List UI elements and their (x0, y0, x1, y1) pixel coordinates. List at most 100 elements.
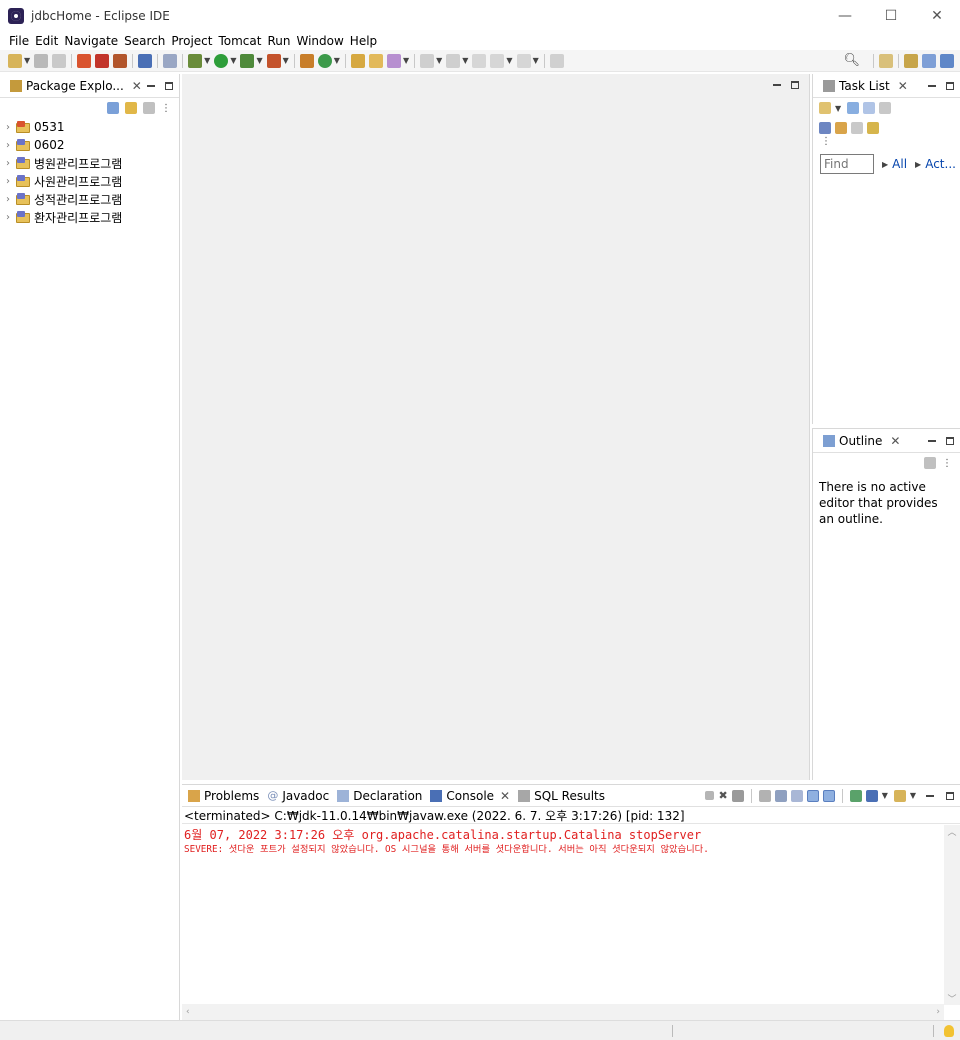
tab-problems[interactable]: Problems (184, 784, 263, 808)
focus-icon[interactable] (835, 122, 847, 134)
minimize-icon[interactable] (928, 84, 936, 87)
debug-dropdown-icon[interactable]: ▼ (204, 56, 210, 65)
run-icon[interactable] (214, 53, 229, 68)
word-wrap-icon[interactable] (790, 789, 803, 802)
open-type-icon[interactable] (350, 53, 365, 68)
menu-help[interactable]: Help (347, 32, 380, 50)
new-task-icon[interactable] (819, 102, 831, 114)
find-input[interactable] (820, 154, 874, 174)
collapse-all-icon[interactable] (107, 102, 119, 114)
maximize-icon[interactable] (791, 81, 799, 89)
tree-item-0602[interactable]: › 0602 (6, 136, 179, 154)
back-icon[interactable] (490, 53, 505, 68)
clear-console-icon[interactable] (758, 789, 771, 802)
open-console-icon[interactable] (893, 789, 906, 802)
new-icon[interactable] (8, 53, 22, 68)
tab-javadoc[interactable]: @ Javadoc (263, 784, 333, 808)
tree-item-grades[interactable]: › 성적관리프로그램 (6, 190, 179, 208)
link-with-editor-icon[interactable] (125, 102, 137, 114)
expand-icon[interactable]: › (6, 176, 16, 187)
view-menu-icon[interactable]: ⋮ (942, 458, 952, 469)
menu-edit[interactable]: Edit (32, 32, 61, 50)
run-dropdown-icon[interactable]: ▼ (230, 56, 236, 65)
categorized-icon[interactable] (847, 102, 860, 114)
filters-icon[interactable] (143, 102, 155, 114)
tree-item-patient[interactable]: › 환자관리프로그램 (6, 208, 179, 226)
forward-icon[interactable] (516, 53, 531, 68)
menu-tomcat[interactable]: Tomcat (215, 32, 264, 50)
all-link[interactable]: All (892, 157, 907, 171)
java-ee-perspective-icon[interactable] (904, 53, 918, 68)
search-icon[interactable]: 🔍︎ (843, 53, 860, 68)
maximize-icon[interactable] (946, 436, 954, 445)
open-task-icon[interactable] (368, 53, 383, 68)
terminal-icon[interactable] (138, 53, 153, 68)
next-annotation-icon[interactable] (420, 53, 435, 68)
external-tools-dropdown-icon[interactable]: ▼ (283, 56, 289, 65)
menu-window[interactable]: Window (293, 32, 346, 50)
debug-icon[interactable] (188, 53, 203, 68)
save-icon[interactable] (34, 53, 49, 68)
minimize-icon[interactable] (147, 84, 155, 87)
minimize-icon[interactable] (928, 439, 936, 442)
hide-completed-icon[interactable] (879, 102, 892, 114)
previous-annotation-icon[interactable] (446, 53, 461, 68)
menu-run[interactable]: Run (264, 32, 293, 50)
tab-sql-results[interactable]: SQL Results (514, 784, 609, 808)
tab-console[interactable]: Console ✕ (426, 784, 514, 808)
console-output[interactable]: 6월 07, 2022 3:17:26 오후 org.apache.catali… (182, 825, 944, 1005)
menu-navigate[interactable]: Navigate (61, 32, 121, 50)
scroll-lock-icon[interactable] (774, 789, 787, 802)
tab-declaration[interactable]: Declaration (333, 784, 426, 808)
open-console-dropdown-icon[interactable]: ▼ (910, 791, 916, 800)
minimize-icon[interactable] (773, 84, 781, 86)
view-menu-icon[interactable]: ⋮ (161, 103, 171, 114)
close-icon[interactable]: ✕ (890, 434, 900, 448)
tab-package-explorer[interactable]: Package Explo... ✕ (6, 74, 146, 98)
display-console-icon[interactable] (865, 789, 878, 802)
collapse-all-icon[interactable] (819, 122, 831, 134)
pin-editor-icon[interactable] (549, 53, 564, 68)
tree-item-0531[interactable]: › 0531 (6, 118, 179, 136)
editor-area[interactable] (182, 74, 810, 780)
new-dropdown-icon[interactable]: ▼ (24, 56, 30, 65)
show-on-stdout-icon[interactable] (806, 789, 819, 802)
search-tool-icon[interactable] (386, 53, 401, 68)
tree-item-employee[interactable]: › 사원관리프로그램 (6, 172, 179, 190)
activate-link[interactable]: Act... (925, 157, 956, 171)
scheduled-icon[interactable] (863, 102, 876, 114)
search-dropdown-icon[interactable]: ▼ (403, 56, 409, 65)
minimize-button[interactable]: — (822, 0, 868, 32)
remove-all-terminated-icon[interactable] (731, 789, 744, 802)
maximize-icon[interactable] (165, 81, 173, 90)
close-icon[interactable]: ✕ (898, 79, 908, 93)
remove-launch-icon[interactable]: ✖ (718, 789, 727, 802)
expand-icon[interactable]: › (6, 194, 16, 205)
maximize-icon[interactable] (946, 81, 954, 90)
expand-icon[interactable]: › (6, 140, 16, 151)
show-on-stderr-icon[interactable] (822, 789, 835, 802)
synchronize-icon[interactable] (851, 122, 863, 134)
external-tools-icon[interactable] (266, 53, 281, 68)
forward-dropdown-icon[interactable]: ▼ (533, 56, 539, 65)
menu-search[interactable]: Search (121, 32, 168, 50)
view-menu-icon[interactable]: ⋮ (813, 137, 960, 148)
horizontal-scrollbar[interactable]: ‹ › (182, 1004, 944, 1020)
close-icon[interactable]: ✕ (500, 789, 510, 803)
java-perspective-icon[interactable] (922, 53, 936, 68)
tomcat-stop-icon[interactable] (95, 53, 110, 68)
minimize-icon[interactable] (926, 794, 934, 797)
new-java-class-icon[interactable] (317, 53, 332, 68)
lightbulb-icon[interactable] (944, 1024, 954, 1037)
open-perspective-icon[interactable] (879, 53, 893, 68)
new-class-dropdown-icon[interactable]: ▼ (334, 56, 340, 65)
close-button[interactable]: ✕ (914, 0, 960, 32)
display-console-dropdown-icon[interactable]: ▼ (882, 791, 888, 800)
save-all-icon[interactable] (52, 53, 67, 68)
menu-file[interactable]: File (6, 32, 32, 50)
maximize-icon[interactable] (946, 791, 954, 800)
tab-outline[interactable]: Outline ✕ (819, 429, 904, 453)
back-dropdown-icon[interactable]: ▼ (506, 56, 512, 65)
next-annotation-dropdown-icon[interactable]: ▼ (436, 56, 442, 65)
vertical-scrollbar[interactable]: ︿ ﹀ (944, 825, 960, 1005)
